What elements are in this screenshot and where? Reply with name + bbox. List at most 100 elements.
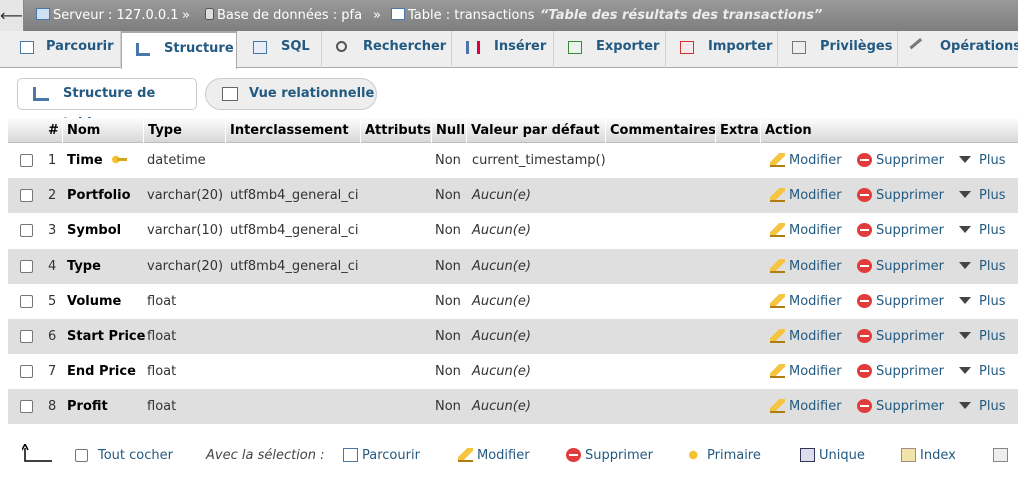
row-checkbox[interactable]: [20, 154, 33, 167]
modify-button[interactable]: Modifier: [770, 319, 842, 354]
breadcrumb-table[interactable]: Table : transactions: [391, 0, 534, 31]
delete-button[interactable]: Supprimer: [857, 319, 944, 354]
tab-export[interactable]: Exporter: [554, 31, 666, 68]
breadcrumb-server[interactable]: Serveur : 127.0.0.1: [36, 0, 179, 31]
main-tabs: Parcourir Structure SQL Rechercher Insér…: [0, 31, 1018, 69]
tab-privileges[interactable]: Privilèges: [778, 31, 898, 68]
bulk-index-button[interactable]: Index: [901, 440, 956, 472]
tab-sql[interactable]: SQL: [237, 31, 322, 68]
column-type: float: [147, 399, 177, 415]
column-header-attributes: Attributs: [365, 123, 431, 138]
table-row: 5 Volume float Non Aucun(e) Modifier Supprimer…: [8, 283, 1018, 319]
row-checkbox[interactable]: [20, 400, 33, 414]
modify-button[interactable]: Modifier: [770, 143, 842, 178]
bulk-spatial-button[interactable]: [993, 440, 1012, 472]
tab-insert-label: Insérer: [494, 39, 547, 54]
breadcrumb-database[interactable]: Base de données : pfa: [205, 0, 362, 31]
column-header-extra: Extra: [720, 123, 759, 138]
select-arrow-icon: [22, 444, 52, 462]
breadcrumb-table-label: Table : transactions: [408, 8, 535, 23]
column-name: End Price: [67, 354, 136, 389]
column-name-text: Type: [67, 258, 101, 274]
breadcrumb-server-label: Serveur : 127.0.0.1: [53, 8, 179, 23]
row-number: 8: [48, 399, 57, 415]
relational-view-button[interactable]: Vue relationnelle: [205, 78, 377, 110]
table-row: 6 Start Price float Non Aucun(e) Modifier Supp…: [8, 319, 1018, 354]
more-dropdown[interactable]: Plus: [959, 249, 1005, 284]
tab-browse[interactable]: Parcourir: [8, 31, 121, 68]
chevron-down-icon: [959, 367, 971, 375]
modify-button[interactable]: Modifier: [770, 178, 842, 213]
check-all-label[interactable]: Tout cocher: [98, 440, 173, 472]
row-checkbox[interactable]: [20, 259, 33, 273]
index-icon: [901, 448, 916, 462]
more-dropdown[interactable]: Plus: [959, 389, 1005, 424]
tab-import[interactable]: Importer: [666, 31, 778, 68]
pencil-icon: [770, 293, 785, 308]
tab-operations[interactable]: Opérations: [898, 31, 1018, 68]
column-header-name: Nom: [67, 123, 101, 138]
unique-icon: [800, 448, 815, 462]
bulk-modify-button[interactable]: Modifier: [458, 440, 530, 472]
breadcrumb: ⟵ Serveur : 127.0.0.1 » Base de données …: [0, 0, 1018, 31]
more-dropdown[interactable]: Plus: [959, 143, 1005, 178]
delete-button[interactable]: Supprimer: [857, 213, 944, 248]
tab-search[interactable]: Rechercher: [322, 31, 452, 68]
pencil-icon: [458, 448, 473, 462]
bulk-delete-button[interactable]: Supprimer: [566, 440, 653, 472]
more-dropdown[interactable]: Plus: [959, 284, 1005, 319]
tab-insert[interactable]: Insérer: [452, 31, 554, 68]
more-dropdown[interactable]: Plus: [959, 354, 1005, 389]
relational-view-label: Vue relationnelle: [249, 86, 375, 101]
modify-button[interactable]: Modifier: [770, 354, 842, 389]
column-header-null: Null: [436, 123, 466, 138]
bulk-unique-label: Unique: [819, 448, 865, 463]
chevron-down-icon: [959, 226, 971, 234]
bulk-browse-button[interactable]: Parcourir: [343, 440, 420, 472]
bulk-unique-button[interactable]: Unique: [800, 440, 865, 472]
table-header: # Nom Type Interclassement Attributs Nul…: [8, 118, 1018, 143]
delete-label: Supprimer: [876, 399, 944, 415]
delete-button[interactable]: Supprimer: [857, 178, 944, 213]
row-number: 2: [48, 188, 57, 204]
row-checkbox[interactable]: [20, 365, 33, 379]
delete-button[interactable]: Supprimer: [857, 389, 944, 424]
more-dropdown[interactable]: Plus: [959, 178, 1005, 213]
sql-icon: [253, 41, 267, 54]
modify-button[interactable]: Modifier: [770, 389, 842, 424]
modify-button[interactable]: Modifier: [770, 284, 842, 319]
modify-button[interactable]: Modifier: [770, 249, 842, 284]
row-checkbox[interactable]: [20, 189, 33, 203]
delete-label: Supprimer: [876, 364, 944, 380]
more-dropdown[interactable]: Plus: [959, 213, 1005, 248]
tab-import-label: Importer: [708, 39, 773, 54]
bulk-modify-label: Modifier: [477, 448, 530, 463]
row-checkbox[interactable]: [20, 294, 33, 308]
delete-label: Supprimer: [876, 223, 944, 239]
check-all-checkbox[interactable]: [75, 449, 88, 462]
back-arrow-icon[interactable]: ⟵: [0, 0, 24, 31]
column-header-type: Type: [148, 123, 182, 138]
delete-button[interactable]: Supprimer: [857, 284, 944, 319]
delete-icon: [857, 153, 872, 167]
bulk-primary-label: Primaire: [707, 448, 761, 463]
tab-structure[interactable]: Structure: [121, 31, 237, 69]
delete-button[interactable]: Supprimer: [857, 354, 944, 389]
bulk-primary-button[interactable]: Primaire: [688, 440, 761, 472]
more-dropdown[interactable]: Plus: [959, 319, 1005, 354]
tab-export-label: Exporter: [596, 39, 660, 54]
column-default: Aucun(e): [472, 293, 531, 309]
delete-button[interactable]: Supprimer: [857, 249, 944, 284]
table-structure-button[interactable]: Structure de table: [17, 78, 197, 131]
column-collation: utf8mb4_general_ci: [230, 223, 359, 239]
column-header-action: Action: [765, 123, 812, 138]
tab-browse-label: Parcourir: [46, 39, 114, 54]
row-number: 7: [48, 364, 57, 380]
column-header-comments: Commentaires: [610, 123, 717, 138]
delete-button[interactable]: Supprimer: [857, 143, 944, 178]
tab-structure-label: Structure: [164, 41, 234, 56]
column-type: varchar(20): [147, 188, 224, 204]
modify-button[interactable]: Modifier: [770, 213, 842, 248]
row-checkbox[interactable]: [20, 224, 33, 238]
row-checkbox[interactable]: [20, 330, 33, 343]
